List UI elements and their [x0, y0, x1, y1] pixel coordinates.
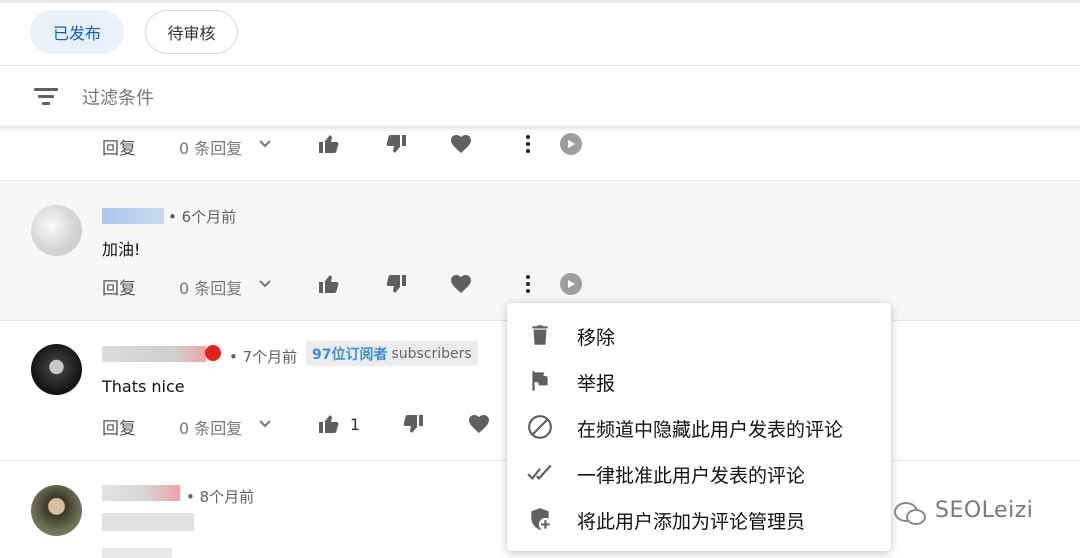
thumbs-down-icon[interactable] — [401, 412, 425, 436]
menu-item-label: 在频道中隐藏此用户发表的评论 — [577, 419, 844, 441]
shield-add-icon — [531, 508, 552, 531]
menu-item-label: 将此用户添加为评论管理员 — [577, 511, 806, 533]
replies-toggle[interactable]: 0 条回复 — [179, 135, 242, 159]
comment-time[interactable]: • 8个月前 — [186, 486, 254, 507]
thumbs-up-icon[interactable] — [317, 272, 341, 296]
comment-actions: 回复 0 条回复 — [0, 270, 1080, 300]
trash-icon — [532, 325, 548, 345]
menu-item-add-moderator[interactable]: 将此用户添加为评论管理员 — [507, 496, 891, 542]
chevron-down-icon[interactable] — [258, 277, 272, 291]
avatar[interactable] — [31, 485, 82, 536]
author-name[interactable] — [102, 346, 206, 362]
heart-icon[interactable] — [449, 132, 473, 156]
comment-actions-partial — [102, 548, 172, 558]
menu-item-remove[interactable]: 移除 — [507, 312, 891, 358]
menu-item-label: 举报 — [577, 373, 616, 395]
verified-badge-icon — [205, 345, 221, 361]
channel-avatar-icon — [560, 133, 582, 155]
filter-input[interactable]: 过滤条件 — [82, 84, 154, 110]
menu-item-label: 移除 — [577, 327, 616, 349]
channel-avatar-icon — [560, 273, 582, 295]
comment-text: Thats nice — [102, 377, 185, 396]
filter-icon[interactable] — [34, 88, 58, 106]
replies-toggle[interactable]: 0 条回复 — [179, 415, 242, 439]
menu-item-report[interactable]: 举报 — [507, 358, 891, 404]
comment-time[interactable]: • 6个月前 — [168, 206, 236, 227]
top-divider — [0, 0, 1080, 3]
heart-icon[interactable] — [449, 272, 473, 296]
comment-text: 加油! — [102, 240, 141, 259]
block-icon — [528, 415, 552, 439]
reply-button[interactable]: 回复 — [102, 414, 136, 439]
reply-button[interactable]: 回复 — [102, 274, 136, 299]
menu-item-always-approve[interactable]: 一律批准此用户发表的评论 — [507, 450, 891, 496]
heart-icon[interactable] — [467, 412, 491, 436]
subscriber-badge: 97位订阅者 subscribers — [306, 341, 478, 366]
replies-toggle[interactable]: 0 条回复 — [179, 275, 242, 299]
comment-context-menu: 移除 举报 在频道中隐藏此用户发表的评论 一律批准此用户发表的评论 将此用户添加… — [507, 303, 891, 551]
wechat-icon — [894, 502, 926, 525]
flag-icon — [532, 371, 548, 391]
author-name[interactable] — [102, 485, 180, 501]
double-check-icon — [527, 464, 552, 481]
comment-time[interactable]: • 7个月前 — [229, 346, 297, 367]
chevron-down-icon[interactable] — [258, 137, 272, 151]
thumbs-down-icon[interactable] — [384, 272, 408, 296]
author-name[interactable] — [102, 208, 164, 224]
more-vert-icon[interactable] — [516, 272, 540, 296]
tab-published[interactable]: 已发布 — [30, 10, 124, 54]
menu-item-label: 一律批准此用户发表的评论 — [577, 465, 806, 487]
reply-button[interactable]: 回复 — [102, 134, 136, 159]
watermark-text: SEOLeizi — [935, 498, 1034, 523]
thumbs-up-icon[interactable] — [317, 132, 341, 156]
chevron-down-icon[interactable] — [258, 417, 272, 431]
thumbs-up-icon[interactable] — [317, 412, 341, 436]
comment-text-redacted — [102, 513, 194, 531]
comment-actions: 回复 0 条回复 — [0, 130, 1080, 160]
more-vert-icon[interactable] — [516, 132, 540, 156]
tab-pending[interactable]: 待审核 — [145, 10, 238, 54]
thumbs-down-icon[interactable] — [384, 132, 408, 156]
avatar[interactable] — [31, 344, 82, 395]
menu-item-hide-user[interactable]: 在频道中隐藏此用户发表的评论 — [507, 404, 891, 450]
avatar[interactable] — [31, 205, 82, 256]
like-count: 1 — [350, 415, 361, 434]
filter-bar[interactable]: 过滤条件 — [0, 66, 1080, 126]
